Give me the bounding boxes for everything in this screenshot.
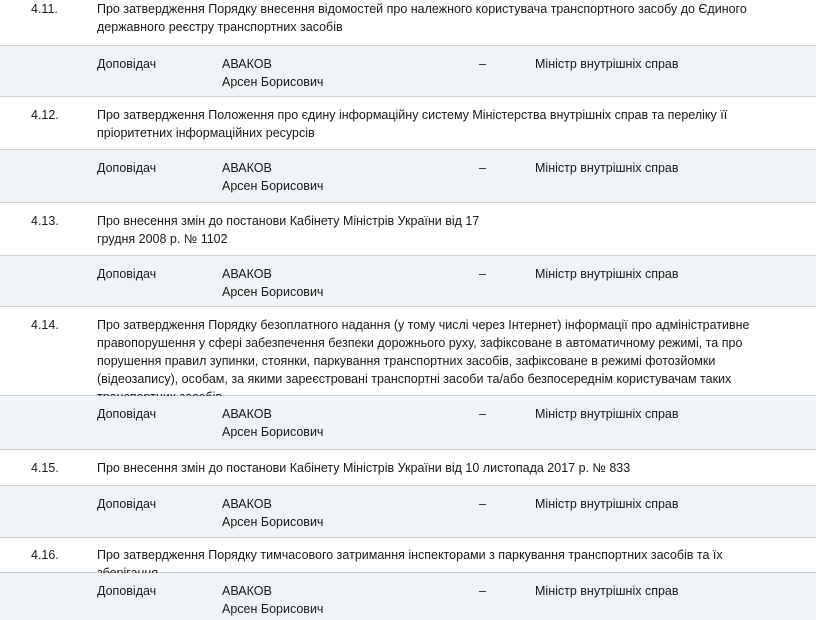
speaker-name: АВАКОВ Арсен Борисович	[222, 495, 323, 531]
speaker-row: Доповідач АВАКОВ Арсен Борисович – Мініс…	[0, 573, 816, 620]
speaker-name: АВАКОВ Арсен Борисович	[222, 582, 323, 618]
speaker-role: Міністр внутрішніх справ	[535, 57, 679, 71]
agenda-item: 4.16. Про затвердження Порядку тимчасово…	[0, 538, 816, 580]
speaker-dash: –	[479, 584, 486, 598]
agenda-item: 4.15. Про внесення змін до постанови Каб…	[0, 450, 816, 486]
speaker-row: Доповідач АВАКОВ Арсен Борисович – Мініс…	[0, 256, 816, 307]
speaker-name: АВАКОВ Арсен Борисович	[222, 265, 323, 301]
speaker-role: Міністр внутрішніх справ	[535, 267, 679, 281]
item-title: Про затвердження Порядку внесення відомо…	[97, 2, 747, 34]
item-number: 4.16.	[31, 548, 59, 562]
speaker-label: Доповідач	[97, 407, 157, 421]
speaker-given-names: Арсен Борисович	[222, 515, 324, 529]
speaker-surname: АВАКОВ	[222, 584, 272, 598]
speaker-label: Доповідач	[97, 57, 157, 71]
speaker-surname: АВАКОВ	[222, 497, 272, 511]
speaker-given-names: Арсен Борисович	[222, 425, 324, 439]
speaker-label: Доповідач	[97, 267, 157, 281]
speaker-surname: АВАКОВ	[222, 161, 272, 175]
item-title: Про внесення змін до постанови Кабінету …	[97, 214, 480, 246]
speaker-surname: АВАКОВ	[222, 57, 272, 71]
speaker-row: Доповідач АВАКОВ Арсен Борисович – Мініс…	[0, 150, 816, 203]
speaker-surname: АВАКОВ	[222, 407, 272, 421]
speaker-row: Доповідач АВАКОВ Арсен Борисович – Мініс…	[0, 46, 816, 97]
speaker-label: Доповідач	[97, 584, 157, 598]
agenda-item: 4.11. Про затвердження Порядку внесення …	[0, 0, 816, 46]
speaker-row: Доповідач АВАКОВ Арсен Борисович – Мініс…	[0, 396, 816, 450]
speaker-label: Доповідач	[97, 497, 157, 511]
agenda-item: 4.14. Про затвердження Порядку безоплатн…	[0, 307, 816, 404]
speaker-row: Доповідач АВАКОВ Арсен Борисович – Мініс…	[0, 486, 816, 538]
speaker-surname: АВАКОВ	[222, 267, 272, 281]
item-number: 4.12.	[31, 108, 59, 122]
speaker-role: Міністр внутрішніх справ	[535, 497, 679, 511]
speaker-label: Доповідач	[97, 161, 157, 175]
speaker-name: АВАКОВ Арсен Борисович	[222, 55, 323, 91]
agenda-list: 4.11. Про затвердження Порядку внесення …	[0, 0, 816, 620]
item-number: 4.13.	[31, 214, 59, 228]
speaker-role: Міністр внутрішніх справ	[535, 584, 679, 598]
speaker-role: Міністр внутрішніх справ	[535, 161, 679, 175]
item-number: 4.14.	[31, 318, 59, 332]
item-number: 4.11.	[31, 2, 58, 16]
agenda-item: 4.13. Про внесення змін до постанови Каб…	[0, 203, 816, 256]
speaker-given-names: Арсен Борисович	[222, 602, 324, 616]
speaker-name: АВАКОВ Арсен Борисович	[222, 405, 323, 441]
speaker-given-names: Арсен Борисович	[222, 179, 324, 193]
item-title: Про внесення змін до постанови Кабінету …	[97, 461, 631, 475]
item-number: 4.15.	[31, 461, 59, 475]
speaker-name: АВАКОВ Арсен Борисович	[222, 159, 323, 195]
item-title: Про затвердження Положення про єдину інф…	[97, 108, 728, 140]
agenda-item: 4.12. Про затвердження Положення про єди…	[0, 97, 816, 150]
speaker-dash: –	[479, 267, 486, 281]
speaker-dash: –	[479, 497, 486, 511]
speaker-dash: –	[479, 407, 486, 421]
speaker-role: Міністр внутрішніх справ	[535, 407, 679, 421]
speaker-dash: –	[479, 57, 486, 71]
item-title: Про затвердження Порядку безоплатного на…	[97, 318, 750, 404]
speaker-given-names: Арсен Борисович	[222, 75, 324, 89]
speaker-dash: –	[479, 161, 486, 175]
speaker-given-names: Арсен Борисович	[222, 285, 324, 299]
